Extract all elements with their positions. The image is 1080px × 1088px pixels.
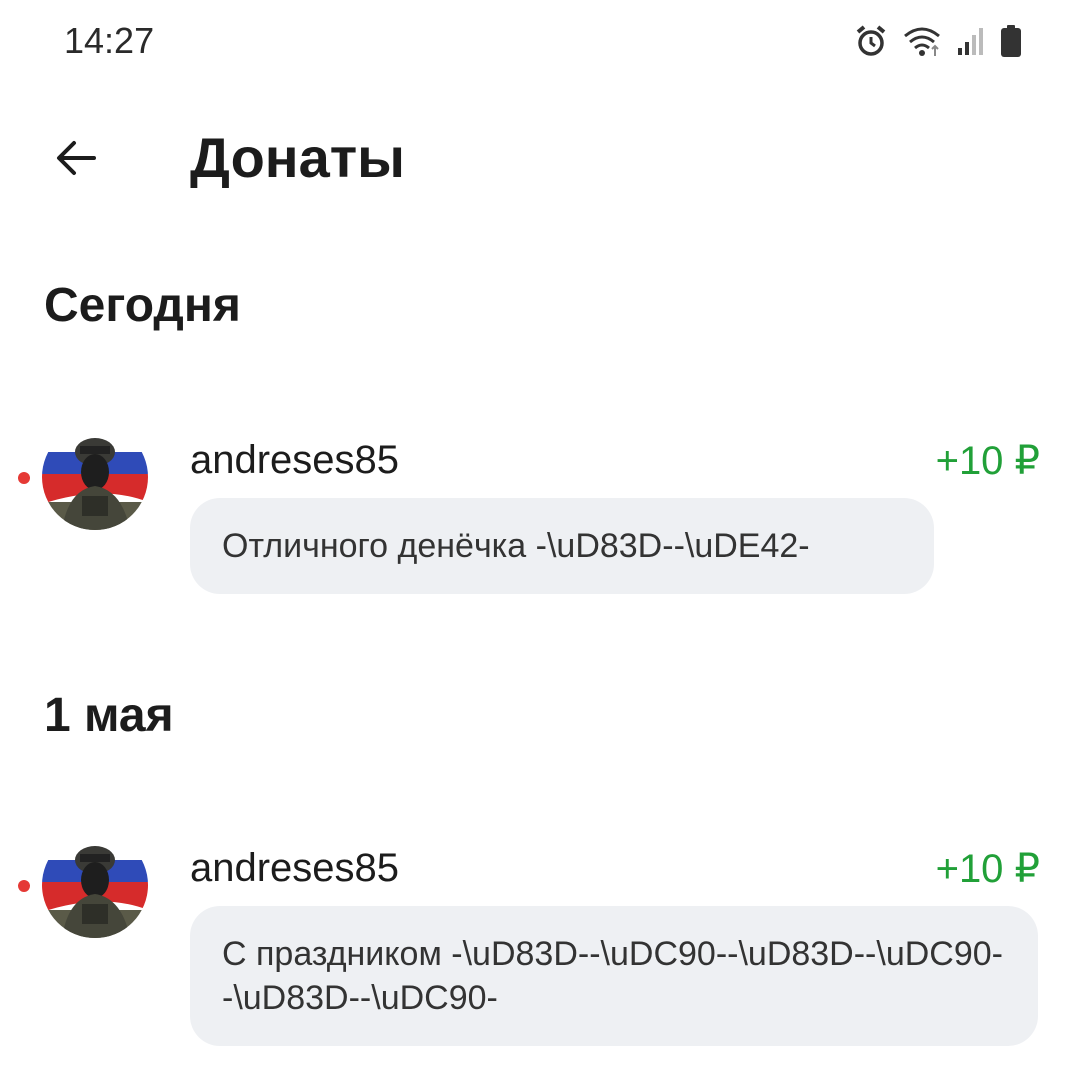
donation-item[interactable]: andreses85 +10 ₽ С праздником -\uD83D--\… — [0, 828, 1080, 1046]
back-button[interactable] — [44, 126, 108, 190]
donations-screen: 14:27 Донаты Сегодня andreses85 +10 ₽ От… — [0, 0, 1080, 1088]
alarm-icon — [854, 24, 888, 63]
battery-icon — [1000, 24, 1022, 63]
unread-indicator — [18, 472, 30, 484]
donation-amount: +10 ₽ — [935, 847, 1040, 891]
arrow-left-icon — [57, 141, 96, 175]
status-time: 14:27 — [64, 20, 155, 61]
status-icons — [854, 24, 1022, 63]
donor-username: andreses85 — [190, 438, 400, 482]
donation-message: С праздником -\uD83D--\uDC90--\uD83D--\u… — [190, 906, 1038, 1046]
section-title-may-1: 1 мая — [44, 689, 174, 742]
donation-amount: +10 ₽ — [935, 439, 1040, 483]
page-title: Донаты — [190, 126, 406, 189]
wifi-icon — [902, 24, 942, 63]
donor-username: andreses85 — [190, 846, 400, 890]
status-bar: 14:27 — [0, 0, 1080, 90]
signal-icon — [956, 26, 986, 61]
avatar[interactable] — [42, 424, 148, 530]
avatar[interactable] — [42, 832, 148, 938]
donation-message: Отличного денёчка -\uD83D--\uDE42- — [190, 498, 934, 594]
unread-indicator — [18, 880, 30, 892]
section-title-today: Сегодня — [44, 279, 241, 332]
donation-item[interactable]: andreses85 +10 ₽ Отличного денёчка -\uD8… — [0, 420, 1080, 594]
